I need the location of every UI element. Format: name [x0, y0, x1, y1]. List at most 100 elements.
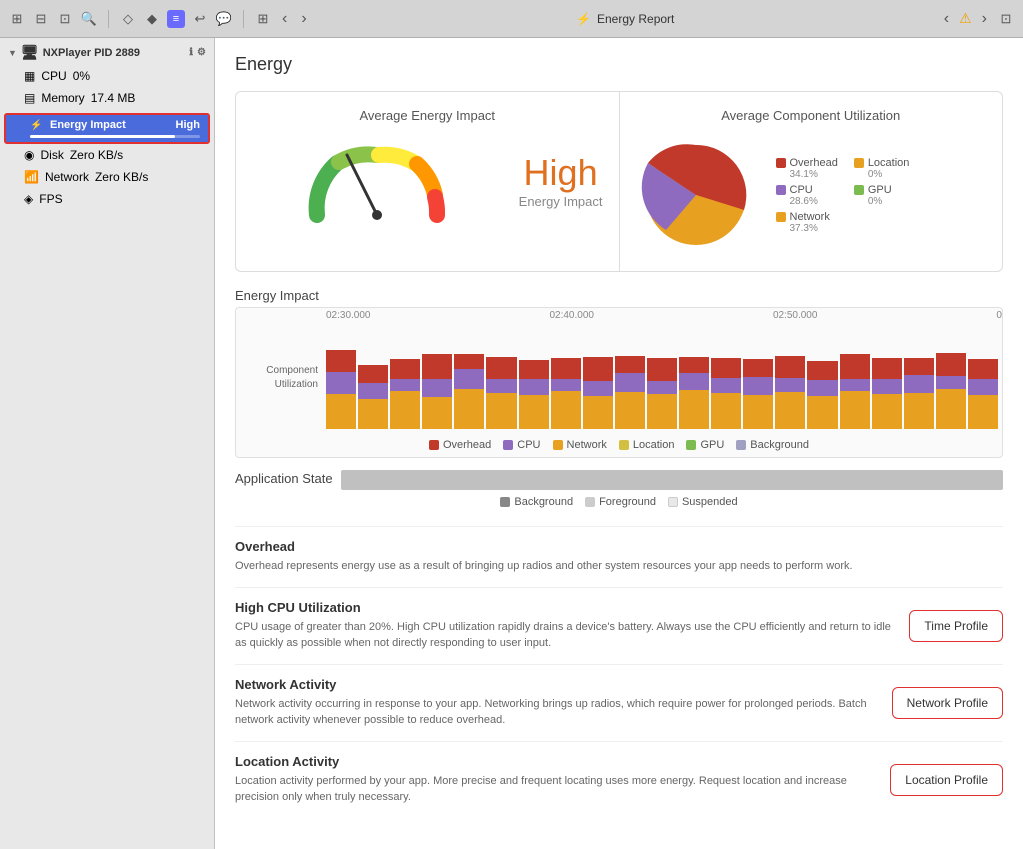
energy-icon: ⚡: [30, 120, 44, 131]
fps-label: FPS: [39, 192, 62, 206]
bar-12: [679, 357, 709, 429]
legend-gpu-text: GPU: [700, 439, 724, 451]
fg-label: Foreground: [599, 496, 656, 508]
info-high-cpu: High CPU Utilization CPU usage of greate…: [235, 587, 1003, 664]
cpu-dot: [776, 185, 786, 195]
fg-sq: [585, 497, 595, 507]
location-profile-button[interactable]: Location Profile: [890, 764, 1003, 796]
memory-label: Memory: [41, 91, 84, 105]
expand-arrow-icon: ▼: [8, 48, 17, 58]
energy-report-icon: ⚡: [576, 12, 591, 26]
cpu-label: CPU: [41, 69, 66, 83]
gpu-value: 0%: [868, 196, 892, 207]
cpu-info-text: High CPU Utilization CPU usage of greate…: [235, 600, 893, 652]
bar-11: [647, 358, 677, 429]
legend-row-cpu: CPU: [503, 439, 540, 451]
avg-energy-title: Average Energy Impact: [252, 108, 603, 123]
toolbar-btn-4[interactable]: 🔍: [80, 10, 98, 28]
app-state-section: Application State Background Foreground …: [235, 470, 1003, 514]
overhead-value: 34.1%: [790, 169, 838, 180]
legend-network-sq: [553, 440, 563, 450]
nav-back[interactable]: ‹: [278, 8, 291, 30]
bar-9: [583, 357, 613, 429]
toolbar-btn-7[interactable]: ↩: [191, 10, 209, 28]
toolbar-btn-3[interactable]: ⊡: [56, 10, 74, 28]
bar-8: [551, 358, 581, 429]
network-value: Zero KB/s: [95, 170, 148, 184]
toolbar-title: ⚡ Energy Report: [317, 12, 934, 26]
settings-badge-icon[interactable]: ⚙: [197, 47, 206, 58]
toolbar-btn-5[interactable]: ◇: [119, 10, 137, 28]
bar-3: [390, 359, 420, 429]
bar-14: [743, 359, 773, 429]
sidebar-item-energy[interactable]: ⚡ Energy Impact High: [4, 113, 210, 144]
nav-back-2[interactable]: ‹: [940, 8, 953, 30]
legend-overhead: Overhead 34.1%: [776, 157, 838, 180]
toolbar-btn-1[interactable]: ⊞: [8, 10, 26, 28]
bar-20: [936, 353, 966, 429]
chart-area: 02:30.000 02:40.000 02:50.000 0 Componen…: [235, 307, 1003, 458]
legend-row-gpu: GPU: [686, 439, 724, 451]
network-label: Network: [45, 170, 89, 184]
sidebar-item-fps[interactable]: ◈ FPS: [0, 190, 214, 212]
sidebar-app-header[interactable]: ▼ 🖥 NXPlayer PID 2889 ℹ ⚙: [0, 38, 214, 67]
sidebar-item-cpu[interactable]: ▦ CPU 0%: [0, 67, 214, 89]
avg-component-title: Average Component Utilization: [636, 108, 987, 123]
suspended-sq: [668, 497, 678, 507]
main-layout: ▼ 🖥 NXPlayer PID 2889 ℹ ⚙ ▦ CPU 0% ▤ Mem…: [0, 38, 1023, 849]
cpu-pie-label: CPU: [790, 184, 818, 196]
energy-label: Energy Impact: [50, 119, 170, 131]
time-label-4: 0: [996, 310, 1002, 321]
bg-label: Background: [514, 496, 573, 508]
toolbar-btn-6[interactable]: ◆: [143, 10, 161, 28]
chart-title: Energy Impact: [235, 288, 1003, 303]
gpu-label: GPU: [868, 184, 892, 196]
disk-label: Disk: [40, 148, 63, 162]
toolbar-btn-grid[interactable]: ⊞: [254, 10, 272, 28]
energy-gauge: [297, 135, 457, 225]
energy-cards: Average Energy Impact: [235, 91, 1003, 272]
sidebar-item-memory[interactable]: ▤ Memory 17.4 MB: [0, 89, 214, 111]
overhead-label: Overhead: [790, 157, 838, 169]
legend-row-network: Network: [553, 439, 607, 451]
location-info-text: Location Activity Location activity perf…: [235, 754, 874, 806]
toolbar-btn-2[interactable]: ⊟: [32, 10, 50, 28]
time-profile-button[interactable]: Time Profile: [909, 610, 1003, 642]
sidebar-item-disk[interactable]: ◉ Disk Zero KB/s: [0, 146, 214, 168]
legend-network: Network 37.3%: [776, 211, 838, 234]
app-state-bar: [341, 470, 1003, 490]
toolbar-btn-8[interactable]: 💬: [215, 10, 233, 28]
network-profile-button[interactable]: Network Profile: [892, 687, 1003, 719]
legend-row-location: Location: [619, 439, 675, 451]
legend-location: Location 0%: [854, 157, 916, 180]
legend-gpu-sq: [686, 440, 696, 450]
legend-overhead-text: Overhead: [443, 439, 491, 451]
info-location: Location Activity Location activity perf…: [235, 741, 1003, 818]
nav-forward[interactable]: ›: [297, 8, 310, 30]
info-badge-icon[interactable]: ℹ: [189, 47, 193, 58]
nav-forward-2[interactable]: ›: [978, 8, 991, 30]
network-pie-label: Network: [790, 211, 830, 223]
info-overhead: Overhead Overhead represents energy use …: [235, 526, 1003, 587]
avg-energy-card: Average Energy Impact: [236, 92, 620, 271]
gauge-sub-text: Energy Impact: [519, 194, 603, 209]
network-info-title: Network Activity: [235, 677, 876, 692]
toolbar-list-icon[interactable]: ≡: [167, 10, 185, 28]
energy-meter-fill: [30, 135, 175, 138]
warning-icon: ⚠: [959, 10, 972, 27]
legend-background-text: Background: [750, 439, 809, 451]
legend-gpu: GPU 0%: [854, 184, 916, 207]
toolbar-expand[interactable]: ⊡: [997, 10, 1015, 28]
seg-cpu2: [326, 386, 356, 394]
bar-10: [615, 356, 645, 429]
bar-6: [486, 357, 516, 429]
energy-value: High: [176, 119, 200, 131]
sidebar-item-network[interactable]: 📶 Network Zero KB/s: [0, 168, 214, 190]
location-dot: [854, 158, 864, 168]
bar-7: [519, 360, 549, 429]
bar-13: [711, 358, 741, 429]
legend-network-text: Network: [567, 439, 607, 451]
seg-network: [326, 394, 356, 429]
toolbar: ⊞ ⊟ ⊡ 🔍 ◇ ◆ ≡ ↩ 💬 ⊞ ‹ › ⚡ Energy Report …: [0, 0, 1023, 38]
pie-chart-svg: [636, 135, 756, 255]
